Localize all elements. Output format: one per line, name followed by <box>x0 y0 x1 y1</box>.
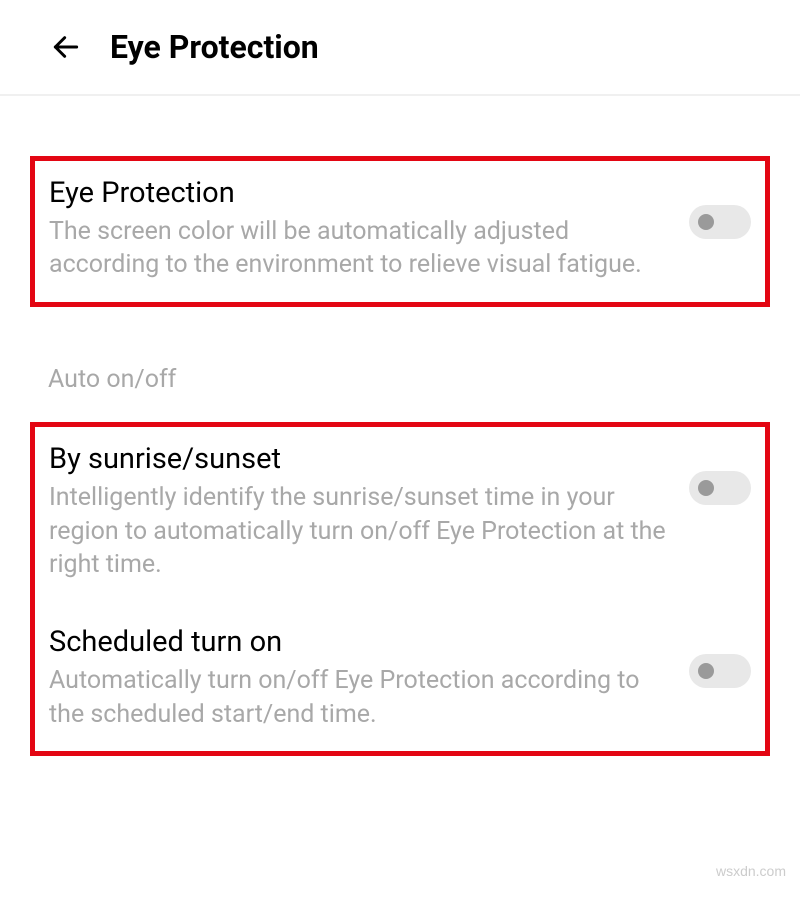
header: Eye Protection <box>0 0 800 94</box>
sunrise-sunset-text: By sunrise/sunset Intelligently identify… <box>49 441 673 582</box>
toggle-knob-icon <box>698 480 714 496</box>
sunrise-sunset-toggle[interactable] <box>689 471 751 505</box>
sunrise-sunset-row[interactable]: By sunrise/sunset Intelligently identify… <box>49 435 751 588</box>
scheduled-toggle[interactable] <box>689 654 751 688</box>
scheduled-title: Scheduled turn on <box>49 624 673 662</box>
eye-protection-row[interactable]: Eye Protection The screen color will be … <box>49 169 751 288</box>
toggle-knob-icon <box>698 663 714 679</box>
scheduled-description: Automatically turn on/off Eye Protection… <box>49 664 673 732</box>
back-arrow-icon[interactable] <box>50 31 82 63</box>
eye-protection-description: The screen color will be automatically a… <box>49 215 673 283</box>
watermark: wsxdn.com <box>716 863 786 879</box>
eye-protection-highlight: Eye Protection The screen color will be … <box>30 156 770 307</box>
eye-protection-toggle[interactable] <box>689 205 751 239</box>
eye-protection-text: Eye Protection The screen color will be … <box>49 175 673 282</box>
auto-onoff-label: Auto on/off <box>0 307 800 422</box>
auto-onoff-highlight: By sunrise/sunset Intelligently identify… <box>30 422 770 756</box>
scheduled-row[interactable]: Scheduled turn on Automatically turn on/… <box>49 618 751 737</box>
content-area: Eye Protection The screen color will be … <box>0 156 800 756</box>
sunrise-sunset-title: By sunrise/sunset <box>49 441 673 479</box>
eye-protection-title: Eye Protection <box>49 175 673 213</box>
toggle-knob-icon <box>698 214 714 230</box>
sunrise-sunset-description: Intelligently identify the sunrise/sunse… <box>49 481 673 582</box>
header-divider <box>0 94 800 96</box>
page-title: Eye Protection <box>110 28 319 66</box>
scheduled-text: Scheduled turn on Automatically turn on/… <box>49 624 673 731</box>
